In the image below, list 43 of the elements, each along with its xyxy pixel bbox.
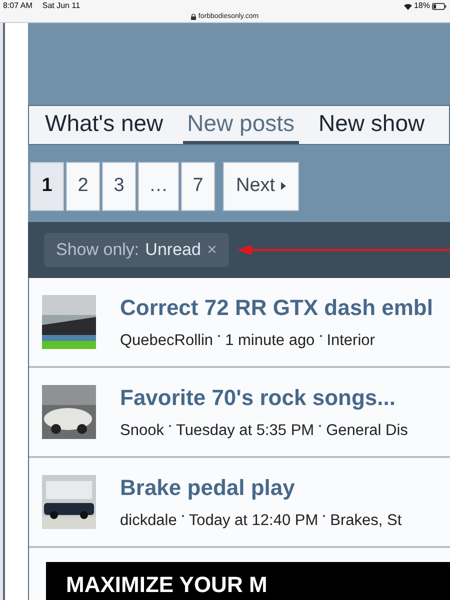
page-link[interactable]: … [138, 162, 179, 210]
nav-tab[interactable]: New posts [183, 106, 299, 144]
wifi-icon [404, 2, 412, 10]
filter-label: Show only: [56, 238, 140, 261]
page-link[interactable]: 1 [30, 162, 64, 210]
thread-row[interactable]: Correct 72 RR GTX dash embl QuebecRollin 1 minute ago Interior [29, 278, 450, 368]
status-date: Sat Jun 11 [42, 0, 80, 12]
thread-row[interactable]: Favorite 70's rock songs... Snook Tuesday at 5:35 PM General Dis [29, 368, 450, 458]
battery-icon [432, 2, 447, 10]
status-time: 8:07 AM [3, 0, 32, 12]
thread-row[interactable]: Brake pedal play dickdale Today at 12:40 PM Brakes, St [29, 458, 450, 548]
thread-author[interactable]: Snook [120, 418, 164, 442]
separator-icon [323, 514, 326, 517]
thread-title[interactable]: Brake pedal play [120, 470, 402, 504]
thread-forum[interactable]: Brakes, St [330, 508, 402, 532]
lock-icon [191, 14, 196, 20]
thread-author[interactable]: QuebecRollin [120, 328, 214, 352]
next-button[interactable]: Next [223, 162, 300, 210]
thread-time: Tuesday at 5:35 PM [176, 420, 314, 441]
battery-percent: 18% [414, 0, 430, 12]
separator-icon [320, 334, 322, 337]
separator-icon [218, 334, 220, 337]
page-link[interactable]: 7 [181, 162, 215, 210]
separator-icon [168, 424, 171, 427]
thread-forum[interactable]: Interior [326, 328, 375, 352]
thread-author[interactable]: dickdale [120, 508, 177, 532]
ad-banner[interactable]: MAXIMIZE YOUR M [46, 562, 450, 600]
filter-value: Unread [145, 238, 201, 261]
thread-forum[interactable]: General Dis [326, 418, 408, 442]
caret-icon [281, 182, 286, 190]
nav-tab[interactable]: What's new [41, 106, 168, 144]
nav-tab[interactable]: New show [314, 106, 429, 144]
page-link[interactable]: 3 [102, 162, 136, 210]
page-link[interactable]: 2 [66, 162, 100, 210]
ad-text: MAXIMIZE YOUR M [66, 572, 268, 596]
thread-time: Today at 12:40 PM [188, 510, 318, 531]
thread-time: 1 minute ago [225, 330, 315, 351]
thread-title[interactable]: Correct 72 RR GTX dash embl [120, 290, 433, 324]
arrow-icon [236, 244, 450, 254]
separator-icon [319, 424, 322, 427]
thread-title[interactable]: Favorite 70's rock songs... [120, 380, 408, 414]
filter-chip[interactable]: Show only: Unread × [44, 232, 229, 266]
separator-icon [182, 514, 184, 517]
